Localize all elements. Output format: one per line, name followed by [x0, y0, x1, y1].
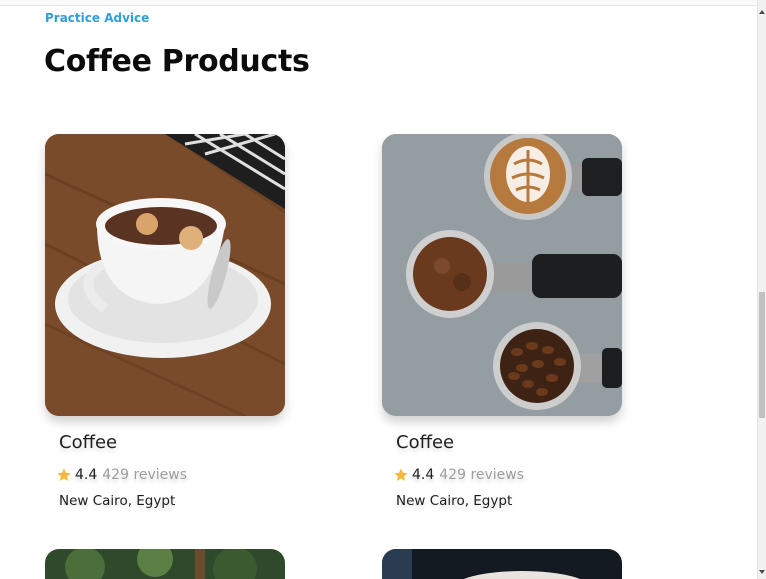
product-image[interactable]: [45, 134, 285, 416]
product-card[interactable]: Coffee 4.4 429 reviews New Cairo, Egypt: [45, 134, 285, 509]
product-name[interactable]: Coffee: [59, 432, 117, 453]
product-image[interactable]: [382, 134, 622, 416]
product-location: New Cairo, Egypt: [396, 493, 513, 509]
scrollbar-thumb[interactable]: [759, 292, 765, 418]
rating-value: 4.4: [412, 467, 435, 483]
product-name[interactable]: Coffee: [396, 432, 454, 453]
rating-row: 4.4 429 reviews: [393, 467, 524, 483]
star-icon: [394, 468, 408, 481]
star-icon: [57, 468, 71, 481]
rating-row: 4.4 429 reviews: [56, 467, 187, 483]
product-location: New Cairo, Egypt: [59, 493, 176, 509]
top-divider: [0, 0, 757, 6]
product-card[interactable]: Coffee 4.4 429 reviews New Cairo, Egypt: [382, 134, 622, 509]
scroll-down-arrow-icon[interactable]: [759, 570, 765, 574]
review-count[interactable]: 429 reviews: [102, 467, 187, 483]
review-count[interactable]: 429 reviews: [439, 467, 524, 483]
section-eyebrow-link[interactable]: Practice Advice: [45, 11, 149, 25]
vertical-scrollbar[interactable]: [757, 0, 766, 579]
product-image-partial[interactable]: [382, 549, 622, 579]
page-title: Coffee Products: [44, 44, 310, 79]
product-image-partial[interactable]: [45, 549, 285, 579]
rating-value: 4.4: [75, 467, 98, 483]
scroll-up-arrow-icon[interactable]: [759, 10, 765, 14]
